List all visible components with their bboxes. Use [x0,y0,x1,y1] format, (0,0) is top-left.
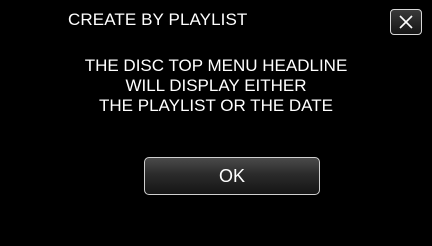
ok-button[interactable]: OK [144,157,320,195]
close-button[interactable] [390,9,422,35]
dialog-screen: CREATE BY PLAYLIST THE DISC TOP MENU HEA… [0,0,432,246]
close-icon [399,15,413,29]
message-line: WILL DISPLAY EITHER [125,76,307,95]
ok-button-label: OK [218,165,245,186]
message-line: THE PLAYLIST OR THE DATE [99,96,333,115]
dialog-message: THE DISC TOP MENU HEADLINE WILL DISPLAY … [0,56,432,116]
message-line: THE DISC TOP MENU HEADLINE [84,56,348,75]
dialog-title: CREATE BY PLAYLIST [68,10,248,29]
